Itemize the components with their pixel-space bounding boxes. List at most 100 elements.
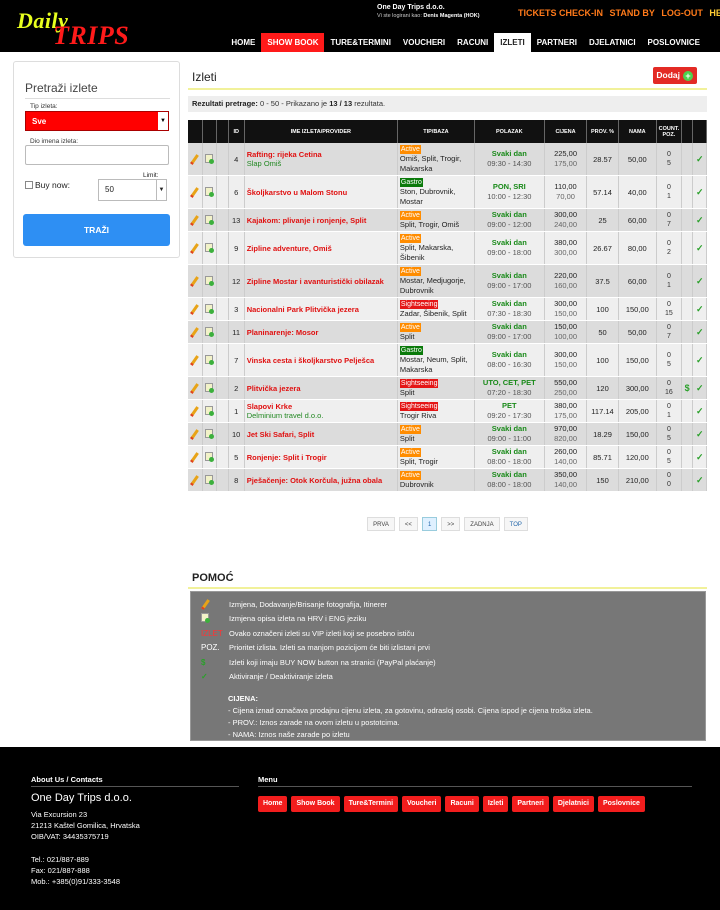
document-icon[interactable]: [205, 451, 215, 462]
page-btn-1[interactable]: <<: [398, 517, 418, 531]
check-icon[interactable]: ✓: [696, 215, 704, 225]
page-btn-0[interactable]: PRVA: [367, 517, 395, 531]
trip-id: 1: [228, 399, 245, 423]
footer-menu-voucheri[interactable]: Voucheri: [402, 796, 442, 812]
check-icon[interactable]: ✓: [696, 327, 704, 337]
trip-name-link[interactable]: Planinarenje: Mosor: [247, 328, 395, 337]
document-icon[interactable]: [205, 354, 215, 365]
table-row: 8 Pješačenje: Otok Korčula, južna obala Ac…: [188, 468, 707, 492]
document-icon[interactable]: [205, 428, 215, 439]
check-icon[interactable]: ✓: [696, 383, 704, 393]
search-button[interactable]: TRAŽI: [23, 214, 170, 246]
footer-menu-home[interactable]: Home: [258, 796, 288, 812]
cost-price: 140,00: [554, 457, 578, 466]
pencil-icon[interactable]: [190, 215, 199, 224]
document-icon[interactable]: [205, 214, 215, 225]
footer-menu-racuni[interactable]: Racuni: [445, 796, 479, 812]
document-icon[interactable]: [205, 275, 215, 286]
trip-name-link[interactable]: Kajakom: plivanje i ronjenje, Split: [247, 216, 395, 225]
check-icon[interactable]: ✓: [696, 276, 704, 286]
trip-provision: 50: [586, 320, 619, 344]
trip-name-link[interactable]: Školjkarstvo u Malom Stonu: [247, 188, 395, 197]
footer-menu-turetermini[interactable]: Ture&Termini: [343, 796, 399, 812]
trip-name-link[interactable]: Plitvička jezera: [247, 384, 395, 393]
page-btn-5[interactable]: TOP: [503, 517, 528, 531]
trip-name-link[interactable]: Jet Ski Safari, Split: [247, 430, 395, 439]
pencil-icon[interactable]: [190, 383, 199, 392]
trips-table: ID IME IZLETA/PROVIDER TIP/BAZA POLAZAK CIJE…: [188, 120, 707, 492]
name-input[interactable]: [25, 145, 169, 165]
document-icon[interactable]: [205, 382, 215, 393]
nav-item-turetermini[interactable]: TURE&TERMINI: [324, 33, 396, 52]
pencil-icon[interactable]: [190, 406, 199, 415]
footer-menu-partneri[interactable]: Partneri: [512, 796, 549, 812]
document-icon[interactable]: [205, 474, 215, 485]
document-icon[interactable]: [205, 153, 215, 164]
page-btn-2[interactable]: 1: [421, 517, 438, 531]
add-trip-button[interactable]: Dodaj +: [653, 67, 697, 84]
link-help[interactable]: HELP: [709, 8, 720, 18]
pencil-icon[interactable]: [190, 304, 199, 313]
pencil-icon[interactable]: [190, 243, 199, 252]
footer-menu-izleti[interactable]: Izleti: [482, 796, 509, 812]
link-stand-by[interactable]: STAND BY: [610, 8, 655, 18]
check-icon[interactable]: ✓: [696, 406, 704, 416]
table-row: 9 Zipline adventure, Omiš Active Split, Mak…: [188, 231, 707, 265]
pencil-icon[interactable]: [190, 355, 199, 364]
nav-item-djelatnici[interactable]: DJELATNICI: [583, 33, 642, 52]
check-icon[interactable]: ✓: [696, 304, 704, 314]
check-icon[interactable]: ✓: [696, 243, 704, 253]
buy-now-cell: [681, 445, 694, 469]
nav-item-izleti[interactable]: IZLETI: [494, 33, 531, 52]
logo[interactable]: Daily TRIPS: [15, 6, 129, 50]
pencil-icon[interactable]: [190, 327, 199, 336]
nav-item-racuni[interactable]: RACUNI: [451, 33, 494, 52]
limit-select[interactable]: 50 ▼: [98, 179, 167, 201]
trip-name-link[interactable]: Ronjenje: Split i Trogir: [247, 453, 395, 462]
cost-price: 70,00: [556, 192, 575, 201]
nav-item-voucheri[interactable]: VOUCHERI: [397, 33, 451, 52]
document-icon[interactable]: [205, 186, 215, 197]
check-icon[interactable]: ✓: [696, 355, 704, 365]
nav-item-home[interactable]: HOME: [225, 33, 261, 52]
main-nav: HOME SHOW BOOK TURE&TERMINI VOUCHERI RACUNI I…: [225, 33, 706, 52]
trip-name-link[interactable]: Zipline Mostar i avanturistički obilazak: [247, 277, 395, 286]
footer-menu-poslovnice[interactable]: Poslovnice: [597, 796, 645, 812]
check-icon[interactable]: ✓: [696, 475, 704, 485]
link-tickets-checkin[interactable]: TICKETS CHECK-IN: [518, 8, 603, 18]
pencil-icon[interactable]: [190, 276, 199, 285]
trip-name-link[interactable]: Rafting: rijeka Cetina: [247, 150, 395, 159]
trip-name-link[interactable]: Vinska cesta i školjkarstvo Pelješca: [247, 356, 395, 365]
pencil-icon[interactable]: [190, 187, 199, 196]
pencil-icon[interactable]: [190, 452, 199, 461]
pencil-icon[interactable]: [190, 154, 199, 163]
buy-now-checkbox[interactable]: [25, 181, 33, 189]
nav-item-poslovnice[interactable]: POSLOVNICE: [642, 33, 706, 52]
check-icon[interactable]: ✓: [696, 154, 704, 164]
check-icon[interactable]: ✓: [696, 187, 704, 197]
document-icon[interactable]: [205, 242, 215, 253]
check-icon[interactable]: ✓: [696, 429, 704, 439]
page-btn-3[interactable]: >>: [441, 517, 461, 531]
desc-cell: [202, 297, 217, 321]
document-icon[interactable]: [205, 326, 215, 337]
trip-name-link[interactable]: Zipline adventure, Omiš: [247, 244, 395, 253]
pencil-icon[interactable]: [190, 475, 199, 484]
link-logout[interactable]: LOG-OUT: [661, 8, 703, 18]
nav-item-partneri[interactable]: PARTNERI: [531, 33, 583, 52]
trip-name-link[interactable]: Pješačenje: Otok Korčula, južna obala: [247, 476, 395, 485]
table-row: 10 Jet Ski Safari, Split Active Split Svaki …: [188, 422, 707, 446]
page-btn-4[interactable]: ZADNJA: [464, 517, 500, 531]
trip-provision: 120: [586, 376, 619, 400]
footer-menu-djelatnici[interactable]: Djelatnici: [552, 796, 594, 812]
document-icon[interactable]: [205, 405, 215, 416]
pencil-icon[interactable]: [190, 429, 199, 438]
nav-item-showbook[interactable]: SHOW BOOK: [261, 33, 325, 52]
trip-name-link[interactable]: Nacionalni Park Plitvička jezera: [247, 305, 395, 314]
trip-nama: 210,00: [618, 468, 658, 492]
footer-menu-showbook[interactable]: Show Book: [291, 796, 340, 812]
check-icon[interactable]: ✓: [696, 452, 704, 462]
trip-name-link[interactable]: Slapovi Krke: [247, 402, 395, 411]
tip-select[interactable]: Sve ▼: [25, 111, 169, 131]
document-icon[interactable]: [205, 303, 215, 314]
